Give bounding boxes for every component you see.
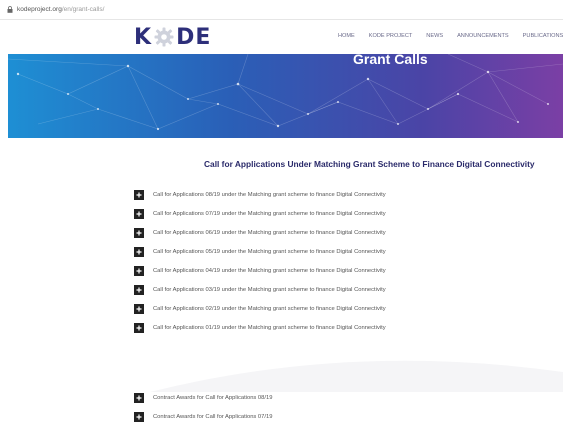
accordion-item[interactable]: Call for Applications 06/19 under the Ma… bbox=[134, 223, 386, 242]
plus-icon[interactable] bbox=[134, 227, 144, 238]
url-domain: kodeproject.org bbox=[17, 6, 62, 13]
address-bar[interactable]: kodeproject.org/en/grant-calls/ bbox=[0, 0, 563, 20]
section-title: Call for Applications Under Matching Gra… bbox=[204, 159, 535, 169]
logo-text-right: DE bbox=[176, 24, 212, 50]
accordion-item[interactable]: Contract Awards for Call for Application… bbox=[134, 407, 272, 426]
plus-icon[interactable] bbox=[134, 392, 144, 403]
calls-accordion: Call for Applications 08/19 under the Ma… bbox=[134, 185, 386, 337]
accordion-item[interactable]: Call for Applications 04/19 under the Ma… bbox=[134, 261, 386, 280]
accordion-item-label: Call for Applications 07/19 under the Ma… bbox=[153, 210, 386, 217]
site-header: K DE HOME KODE PROJECT NEWS ANNOUNCEMENT… bbox=[0, 20, 563, 54]
accordion-item[interactable]: Call for Applications 01/19 under the Ma… bbox=[134, 318, 386, 337]
accordion-item-label: Call for Applications 02/19 under the Ma… bbox=[153, 305, 386, 312]
accordion-item[interactable]: Call for Applications 02/19 under the Ma… bbox=[134, 299, 386, 318]
plus-icon[interactable] bbox=[134, 284, 144, 295]
accordion-item-label: Contract Awards for Call for Application… bbox=[153, 413, 273, 420]
accordion-item-label: Call for Applications 08/19 under the Ma… bbox=[153, 191, 386, 198]
accordion-item-label: Call for Applications 06/19 under the Ma… bbox=[153, 229, 386, 236]
nav-kode-project[interactable]: KODE PROJECT bbox=[369, 33, 413, 43]
accordion-item[interactable]: Call for Applications 07/19 under the Ma… bbox=[134, 204, 386, 223]
plus-icon[interactable] bbox=[134, 322, 144, 333]
plus-icon[interactable] bbox=[134, 303, 144, 314]
accordion-item[interactable]: Contract Awards for Call for Application… bbox=[134, 388, 272, 407]
plus-icon[interactable] bbox=[134, 411, 144, 422]
wave-divider bbox=[150, 360, 563, 392]
nav-news[interactable]: NEWS bbox=[426, 33, 443, 43]
accordion-item[interactable]: Call for Applications 08/19 under the Ma… bbox=[134, 185, 386, 204]
page-title: Grant Calls bbox=[353, 54, 428, 67]
accordion-item-label: Contract Awards for Call for Application… bbox=[153, 394, 273, 401]
main-nav: HOME KODE PROJECT NEWS ANNOUNCEMENTS PUB… bbox=[338, 33, 563, 43]
plus-icon[interactable] bbox=[134, 265, 144, 276]
plus-icon[interactable] bbox=[134, 208, 144, 219]
logo-text-left: K bbox=[134, 24, 153, 50]
accordion-item[interactable]: Call for Applications 05/19 under the Ma… bbox=[134, 242, 386, 261]
network-pattern bbox=[8, 54, 563, 131]
plus-icon[interactable] bbox=[134, 189, 144, 200]
nav-announcements[interactable]: ANNOUNCEMENTS bbox=[457, 33, 509, 43]
url-path: /en/grant-calls/ bbox=[61, 6, 105, 13]
awards-accordion: Contract Awards for Call for Application… bbox=[134, 388, 272, 426]
accordion-item-label: Call for Applications 05/19 under the Ma… bbox=[153, 248, 386, 255]
gear-icon bbox=[154, 27, 174, 47]
accordion-item-label: Call for Applications 01/19 under the Ma… bbox=[153, 324, 386, 331]
hero-banner: Grant Calls bbox=[8, 54, 563, 138]
accordion-item[interactable]: Call for Applications 03/19 under the Ma… bbox=[134, 280, 386, 299]
nav-home[interactable]: HOME bbox=[338, 33, 355, 43]
accordion-item-label: Call for Applications 03/19 under the Ma… bbox=[153, 286, 386, 293]
accordion-item-label: Call for Applications 04/19 under the Ma… bbox=[153, 267, 386, 274]
nav-publications[interactable]: PUBLICATIONS bbox=[523, 33, 563, 43]
plus-icon[interactable] bbox=[134, 246, 144, 257]
lock-icon bbox=[7, 6, 13, 13]
site-logo[interactable]: K DE bbox=[134, 24, 211, 50]
